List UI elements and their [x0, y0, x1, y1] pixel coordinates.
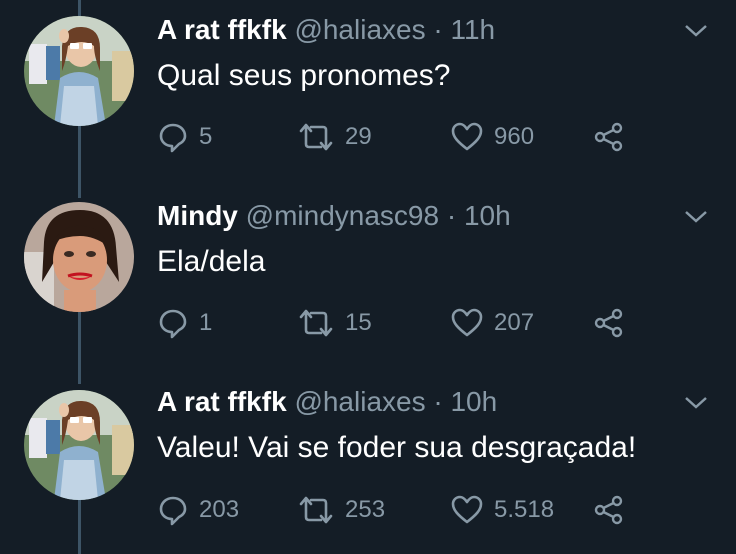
tweet-text: Qual seus pronomes? [157, 59, 451, 92]
avatar-photo [24, 390, 134, 500]
retweet-count: 15 [345, 309, 372, 336]
share-icon [594, 495, 623, 525]
separator: · [433, 386, 443, 417]
user-handle[interactable]: @mindynasc98 [246, 200, 439, 231]
timestamp[interactable]: 11h [450, 14, 495, 45]
retweet-icon [299, 496, 333, 524]
heart-icon [451, 308, 483, 337]
display-name[interactable]: A rat ffkfk [157, 14, 287, 45]
reply-count: 5 [199, 123, 213, 150]
share-icon [594, 308, 623, 338]
like-button[interactable]: 960 [450, 117, 534, 157]
reply-button[interactable]: 1 [157, 303, 212, 343]
avatar[interactable] [24, 16, 134, 126]
avatar-photo [24, 16, 134, 126]
timestamp[interactable]: 10h [464, 200, 511, 231]
like-count: 207 [494, 309, 535, 336]
retweet-button[interactable]: 29 [297, 117, 372, 157]
retweet-icon [299, 309, 333, 337]
tweet-actions: 203 253 5.518 [157, 490, 657, 530]
display-name[interactable]: Mindy [157, 200, 238, 231]
display-name[interactable]: A rat ffkfk [157, 386, 287, 417]
retweet-icon [299, 123, 333, 151]
tweet-header: A rat ffkfk @haliaxes · 11h [157, 13, 495, 47]
share-icon [594, 122, 623, 152]
chevron-down-icon[interactable] [682, 22, 710, 40]
separator: · [446, 200, 457, 231]
reply-icon [159, 496, 187, 526]
reply-icon [159, 309, 187, 339]
timestamp[interactable]: 10h [450, 386, 497, 417]
chevron-down-icon[interactable] [682, 394, 710, 412]
user-handle[interactable]: @haliaxes [294, 386, 425, 417]
heart-icon [451, 122, 483, 151]
reply-button[interactable]: 203 [157, 490, 239, 530]
tweet-header: Mindy @mindynasc98 · 10h [157, 199, 511, 233]
like-count: 960 [494, 123, 535, 150]
share-button[interactable] [593, 303, 625, 343]
tweet-text: Ela/dela [157, 245, 266, 278]
avatar-photo [24, 202, 134, 312]
user-handle[interactable]: @haliaxes [294, 14, 425, 45]
reply-button[interactable]: 5 [157, 117, 212, 157]
tweet-header: A rat ffkfk @haliaxes · 10h [157, 385, 497, 419]
tweet[interactable]: Mindy @mindynasc98 · 10h Ela/dela 1 15 2… [0, 186, 736, 366]
like-button[interactable]: 207 [450, 303, 534, 343]
tweet-actions: 5 29 960 [157, 117, 657, 157]
reply-count: 203 [199, 496, 240, 523]
tweet-actions: 1 15 207 [157, 303, 657, 343]
reply-count: 1 [199, 309, 213, 336]
tweet[interactable]: A rat ffkfk @haliaxes · 11h Qual seus pr… [0, 0, 736, 180]
retweet-button[interactable]: 15 [297, 303, 372, 343]
heart-icon [451, 495, 483, 524]
retweet-count: 253 [345, 496, 386, 523]
avatar[interactable] [24, 390, 134, 500]
retweet-count: 29 [345, 123, 372, 150]
like-count: 5.518 [494, 496, 555, 523]
separator: · [433, 14, 443, 45]
tweet[interactable]: A rat ffkfk @haliaxes · 10h Valeu! Vai s… [0, 374, 736, 554]
chevron-down-icon[interactable] [682, 208, 710, 226]
retweet-button[interactable]: 253 [297, 490, 385, 530]
share-button[interactable] [593, 117, 625, 157]
tweet-text: Valeu! Vai se foder sua desgraçada! [157, 431, 637, 464]
like-button[interactable]: 5.518 [450, 490, 554, 530]
share-button[interactable] [593, 490, 625, 530]
reply-icon [159, 123, 187, 153]
avatar[interactable] [24, 202, 134, 312]
